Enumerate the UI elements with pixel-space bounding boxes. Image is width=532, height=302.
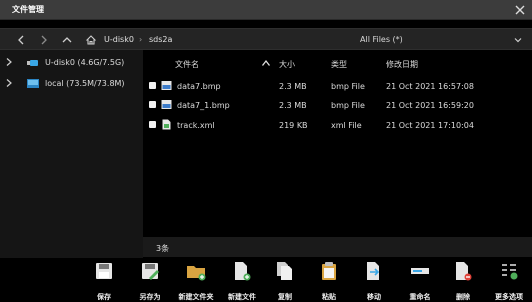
chevron-right-icon[interactable] <box>5 57 13 67</box>
title-bar: 文件管理 <box>0 0 532 20</box>
file-size: 2.3 MB <box>279 101 307 110</box>
status-bar: 3条 <box>143 237 532 257</box>
close-icon[interactable] <box>512 2 528 18</box>
delete-label: 删除 <box>456 293 470 301</box>
paste-label: 粘贴 <box>322 293 336 301</box>
rename-label: 重命名 <box>409 293 431 301</box>
tree-item-local[interactable]: local (73.5M/73.8M) <box>0 75 143 93</box>
save-as-button[interactable]: 另存为 <box>127 258 173 302</box>
file-list: 文件名 大小 类型 修改日期 data7.bmp 2.3 MB bmp File… <box>143 50 532 258</box>
paste-icon <box>322 262 336 280</box>
file-size: 2.3 MB <box>279 82 307 91</box>
copy-icon <box>277 262 292 280</box>
usb-drive-icon <box>27 60 38 66</box>
column-header-date[interactable]: 修改日期 <box>386 59 418 70</box>
column-header-name[interactable]: 文件名 <box>175 59 199 70</box>
more-options-label: 更多选项 <box>495 293 523 301</box>
home-icon[interactable] <box>84 33 98 47</box>
file-name: data7.bmp <box>177 82 221 91</box>
breadcrumb-separator-icon: › <box>139 35 143 44</box>
chevron-down-icon[interactable] <box>512 34 524 46</box>
back-icon[interactable] <box>14 33 28 47</box>
row-checkbox[interactable] <box>149 82 156 89</box>
more-options-button[interactable]: 更多选项 <box>486 258 532 302</box>
save-icon <box>96 263 112 279</box>
new-file-icon <box>235 262 251 281</box>
file-type: bmp File <box>331 82 365 91</box>
breadcrumb-folder[interactable]: sds2a <box>149 35 172 44</box>
new-folder-button[interactable]: 新建文件夹 <box>173 258 219 302</box>
file-date: 21 Oct 2021 17:10:04 <box>386 121 474 130</box>
local-drive-icon <box>27 79 39 88</box>
tree-item-label: local (73.5M/73.8M) <box>45 79 125 88</box>
up-icon[interactable] <box>60 33 74 47</box>
file-name: data7_1.bmp <box>177 101 230 110</box>
xml-file-icon <box>162 119 171 130</box>
tree-item-label: U-disk0 (4.6G/7.5G) <box>45 58 125 67</box>
file-size: 219 KB <box>279 121 308 130</box>
new-file-button[interactable]: 新建文件 <box>219 258 265 302</box>
bottom-toolbar: 保存 另存为 新建文件夹 新建文件 复制 粘贴 移动 重命名 删除 更多选项 <box>0 258 532 302</box>
rename-button[interactable]: 重命名 <box>397 258 443 302</box>
move-button[interactable]: 移动 <box>351 258 397 302</box>
file-filter-select[interactable]: All Files (*) <box>360 35 403 44</box>
file-date: 21 Oct 2021 16:57:08 <box>386 82 474 91</box>
paste-button[interactable]: 粘贴 <box>306 258 352 302</box>
copy-button[interactable]: 复制 <box>262 258 308 302</box>
row-checkbox[interactable] <box>149 101 156 108</box>
breadcrumb-udisk[interactable]: U-disk0 <box>104 35 134 44</box>
drive-tree: U-disk0 (4.6G/7.5G) local (73.5M/73.8M) <box>0 50 143 258</box>
more-options-icon <box>502 264 518 280</box>
delete-button[interactable]: 删除 <box>440 258 486 302</box>
column-header-size[interactable]: 大小 <box>279 59 295 70</box>
column-header-type[interactable]: 类型 <box>331 59 347 70</box>
row-checkbox[interactable] <box>149 121 156 128</box>
tree-item-udisk[interactable]: U-disk0 (4.6G/7.5G) <box>0 54 143 72</box>
table-row[interactable]: data7.bmp 2.3 MB bmp File 21 Oct 2021 16… <box>143 77 532 95</box>
save-label: 保存 <box>97 293 111 301</box>
table-row[interactable]: track.xml 219 KB xml File 21 Oct 2021 17… <box>143 116 532 134</box>
save-as-icon <box>142 263 159 280</box>
sort-ascending-icon[interactable] <box>261 59 271 67</box>
chevron-right-icon[interactable] <box>5 78 13 88</box>
new-folder-label: 新建文件夹 <box>178 293 214 301</box>
rename-icon <box>411 268 429 274</box>
copy-label: 复制 <box>278 293 292 301</box>
file-type: xml File <box>331 121 362 130</box>
save-button[interactable]: 保存 <box>81 258 127 302</box>
file-type: bmp File <box>331 101 365 110</box>
path-bar: U-disk0 › sds2a All Files (*) <box>0 28 532 50</box>
move-icon <box>367 262 380 280</box>
file-date: 21 Oct 2021 16:59:20 <box>386 101 474 110</box>
forward-icon[interactable] <box>37 33 51 47</box>
new-file-label: 新建文件 <box>228 293 256 301</box>
image-file-icon <box>161 100 172 109</box>
table-row[interactable]: data7_1.bmp 2.3 MB bmp File 21 Oct 2021 … <box>143 96 532 114</box>
new-folder-icon <box>187 266 206 281</box>
delete-icon <box>456 262 472 281</box>
move-label: 移动 <box>367 293 381 301</box>
window-title: 文件管理 <box>12 5 44 14</box>
file-name: track.xml <box>177 121 215 130</box>
save-as-label: 另存为 <box>139 293 161 301</box>
image-file-icon <box>161 81 172 90</box>
item-count: 3条 <box>156 244 170 253</box>
